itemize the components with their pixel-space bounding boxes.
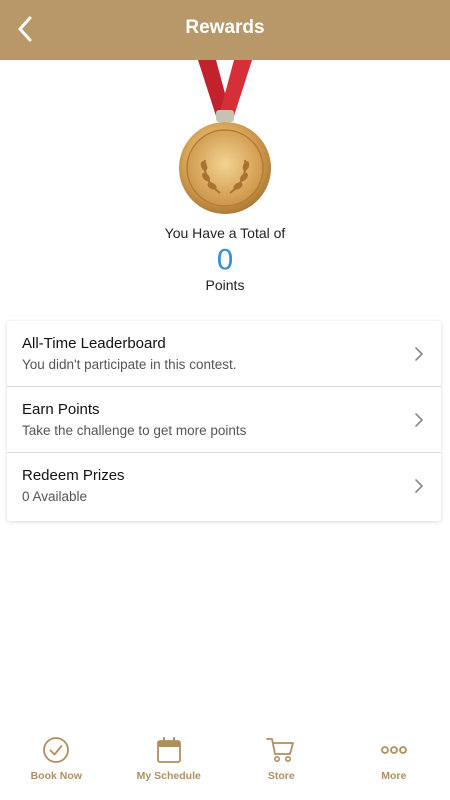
tab-store[interactable]: Store <box>225 730 338 800</box>
chevron-right-icon <box>415 347 423 361</box>
tab-label: My Schedule <box>136 770 201 782</box>
tab-label: Book Now <box>30 770 82 782</box>
medal-icon <box>179 60 271 214</box>
cart-icon <box>266 736 296 764</box>
tab-label: More <box>381 770 407 782</box>
earn-points-title: Earn Points <box>22 401 100 418</box>
check-circle-icon <box>41 736 71 764</box>
redeem-prizes-title: Redeem Prizes <box>22 467 125 484</box>
tab-book-now[interactable]: Book Now <box>0 730 113 800</box>
total-label: You Have a Total of <box>164 225 286 241</box>
redeem-prizes-subtitle: 0 Available <box>22 489 88 504</box>
points-value: 0 <box>216 243 234 276</box>
tab-label: Store <box>267 770 295 782</box>
chevron-right-icon <box>415 479 423 493</box>
tab-my-schedule[interactable]: My Schedule <box>113 730 226 800</box>
earn-points-subtitle: Take the challenge to get more points <box>22 423 247 438</box>
tab-more[interactable]: More <box>338 730 450 800</box>
leaderboard-title: All-Time Leaderboard <box>22 335 166 352</box>
calendar-icon <box>154 736 184 764</box>
bottom-tab-bar: Book Now My Schedule Store More <box>0 730 450 800</box>
leaderboard-item[interactable]: All-Time Leaderboard You didn't particip… <box>7 321 441 387</box>
more-dots-icon <box>379 736 409 764</box>
leaderboard-subtitle: You didn't participate in this contest. <box>22 357 237 372</box>
page-title: Rewards <box>185 17 265 38</box>
points-label: Points <box>205 277 245 293</box>
app-header: Rewards <box>0 0 450 60</box>
redeem-prizes-item[interactable]: Redeem Prizes 0 Available <box>7 453 441 519</box>
chevron-right-icon <box>415 413 423 427</box>
earn-points-item[interactable]: Earn Points Take the challenge to get mo… <box>7 387 441 453</box>
rewards-menu: All-Time Leaderboard You didn't particip… <box>7 321 441 521</box>
